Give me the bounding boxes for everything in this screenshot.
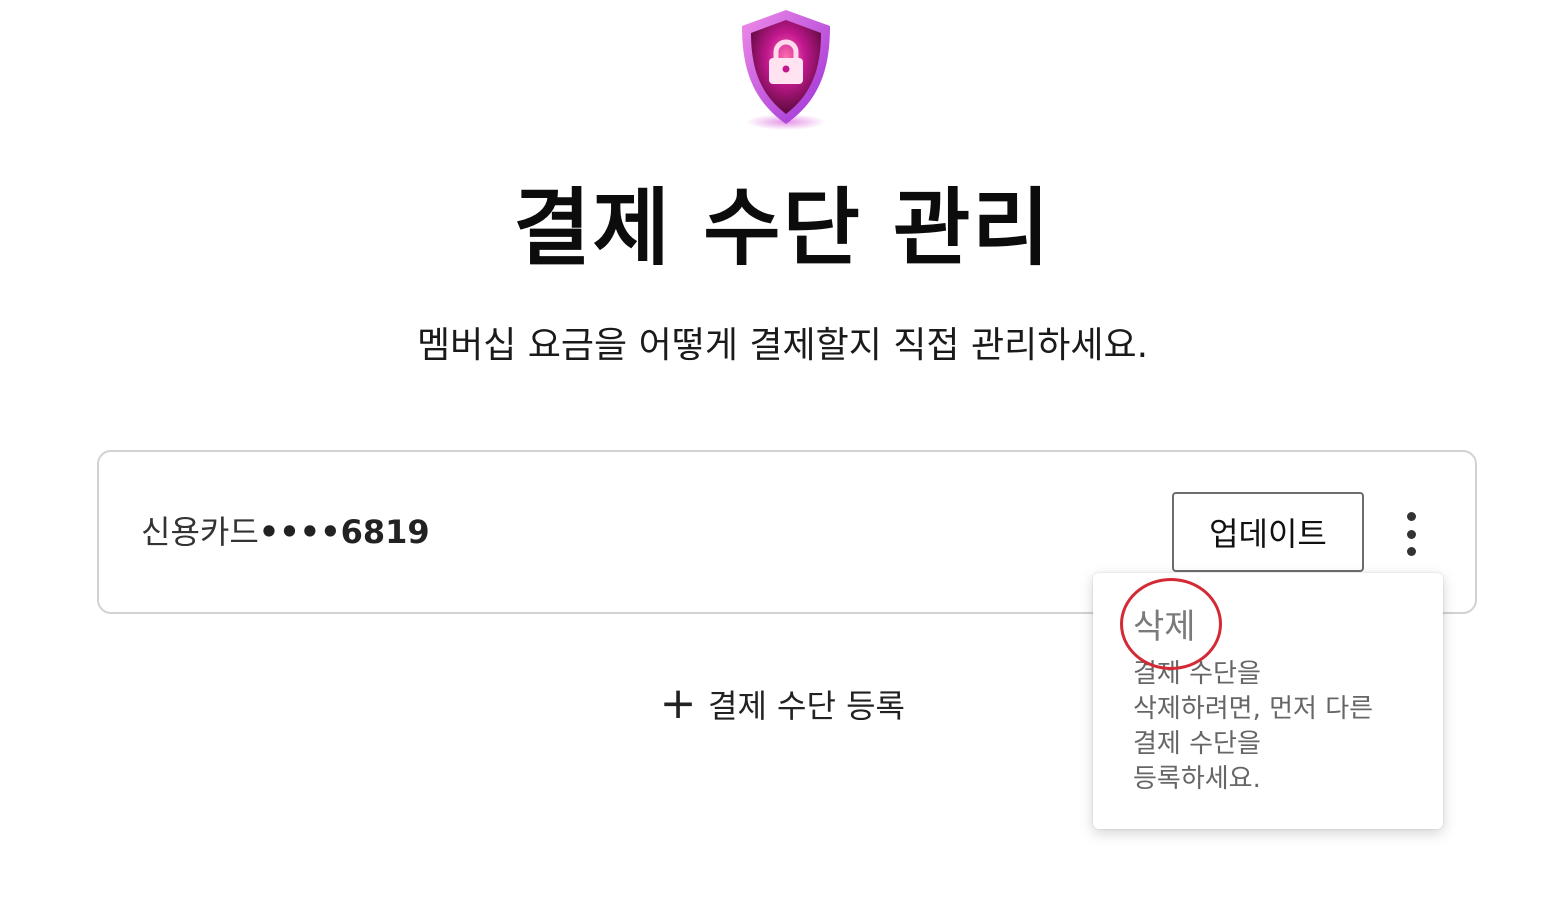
more-vertical-icon[interactable] [1391, 512, 1431, 556]
plus-icon: + [659, 678, 697, 729]
page-title: 결제 수단 관리 [513, 179, 1052, 277]
delete-disabled-note: 결제 수단을 삭제하려면, 먼저 다른 결제 수단을 등록하세요. [1133, 657, 1403, 797]
more-dot [1406, 547, 1416, 556]
masked-card-number: ••••6819 [258, 513, 430, 551]
more-dot [1406, 529, 1416, 539]
add-payment-method-label: 결제 수단 등록 [708, 687, 905, 725]
payment-method-label: 신용카드••••6819 [141, 512, 430, 552]
payment-method-menu: 삭제 결제 수단을 삭제하려면, 먼저 다른 결제 수단을 등록하세요. [1093, 573, 1443, 829]
note-line: 결제 수단을 [1133, 659, 1261, 689]
page-subtitle: 멤버십 요금을 어떻게 결제할지 직접 관리하세요. [416, 325, 1149, 366]
note-line: 결제 수단을 [1133, 729, 1261, 759]
delete-menu-item[interactable]: 삭제 [1133, 605, 1196, 649]
note-line: 삭제하려면, 먼저 다른 [1133, 694, 1374, 724]
more-dot [1406, 512, 1416, 521]
card-type: 신용카드 [141, 513, 259, 551]
add-payment-method-button[interactable]: + 결제 수단 등록 [658, 680, 905, 728]
payment-methods-page: 결제 수단 관리 멤버십 요금을 어떻게 결제할지 직접 관리하세요. 신용카드… [0, 0, 1565, 919]
note-line: 등록하세요. [1133, 764, 1261, 794]
update-button[interactable]: 업데이트 [1172, 492, 1364, 572]
shield-lock-icon [736, 8, 836, 132]
